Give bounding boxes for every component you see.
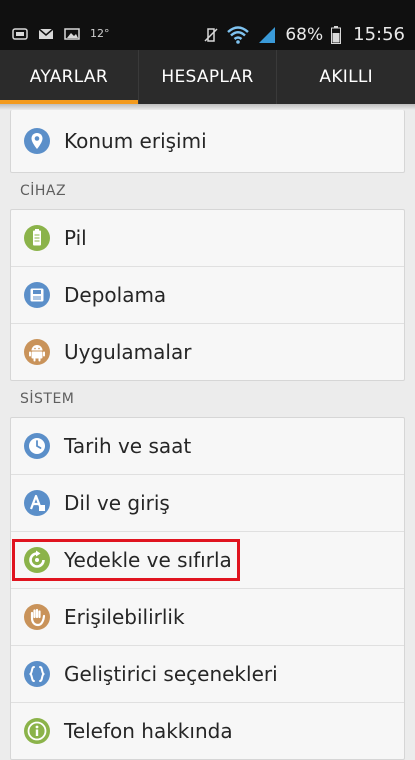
- settings-item-label: Uygulamalar: [64, 340, 192, 364]
- settings-item-storage[interactable]: Depolama: [11, 267, 404, 324]
- info-icon: [24, 718, 50, 744]
- section-header-system: SİSTEM: [20, 391, 75, 407]
- settings-item-label: Konum erişimi: [64, 129, 207, 153]
- status-bar: 12° 68% 15:56: [0, 0, 415, 50]
- settings-item-accessibility[interactable]: Erişilebilirlik: [11, 589, 404, 646]
- status-bar-left: 12°: [12, 27, 110, 40]
- card-system: Tarih ve saat Dil ve giriş Yedekle ve sı…: [10, 417, 405, 760]
- temperature-text: 12°: [90, 27, 110, 40]
- settings-item-label: Pil: [64, 226, 87, 250]
- highlight-box: [12, 539, 240, 581]
- settings-item-battery[interactable]: Pil: [11, 210, 404, 267]
- settings-item-label: Depolama: [64, 283, 167, 307]
- section-header-device: CİHAZ: [20, 183, 67, 199]
- battery-status-icon: [331, 25, 342, 44]
- tab-ayarlar[interactable]: AYARLAR: [0, 50, 139, 104]
- status-bar-right: 68% 15:56: [203, 24, 405, 45]
- tab-hesaplar[interactable]: HESAPLAR: [139, 50, 278, 104]
- language-icon: [24, 490, 50, 516]
- accessibility-hand-icon: [24, 604, 50, 630]
- notification-icon: [12, 27, 28, 40]
- settings-item-language-input[interactable]: Dil ve giriş: [11, 475, 404, 532]
- tab-bar: AYARLAR HESAPLAR AKILLI: [0, 50, 415, 104]
- clock-icon: [24, 433, 50, 459]
- settings-item-apps[interactable]: Uygulamalar: [11, 324, 404, 380]
- image-icon: [64, 27, 80, 40]
- tab-akilli[interactable]: AKILLI: [277, 50, 415, 104]
- mail-icon: [38, 27, 54, 39]
- developer-braces-icon: [24, 661, 50, 687]
- clock-time: 15:56: [353, 24, 405, 45]
- card-device: Pil Depolama Uygulamalar: [10, 209, 405, 381]
- settings-item-label: Erişilebilirlik: [64, 605, 185, 629]
- settings-item-backup-reset[interactable]: Yedekle ve sıfırla: [11, 532, 404, 589]
- settings-item-date-time[interactable]: Tarih ve saat: [11, 418, 404, 475]
- settings-item-label: Telefon hakkında: [64, 719, 233, 743]
- settings-item-label: Geliştirici seçenekleri: [64, 662, 278, 686]
- settings-item-about-phone[interactable]: Telefon hakkında: [11, 703, 404, 759]
- signal-icon: [259, 26, 276, 43]
- battery-percent: 68%: [285, 24, 324, 45]
- settings-item-label: Tarih ve saat: [64, 434, 192, 458]
- android-icon: [24, 339, 50, 365]
- settings-list: Konum erişimi CİHAZ Pil Depolama Uygulam…: [0, 110, 415, 760]
- settings-item-label: Dil ve giriş: [64, 491, 170, 515]
- settings-item-location-access[interactable]: Konum erişimi: [11, 110, 404, 172]
- card-location: Konum erişimi: [10, 110, 405, 173]
- wifi-icon: [227, 25, 250, 44]
- settings-item-developer-options[interactable]: Geliştirici seçenekleri: [11, 646, 404, 703]
- battery-icon: [24, 225, 50, 251]
- location-icon: [24, 128, 50, 154]
- vibrate-off-icon: [204, 27, 218, 42]
- storage-icon: [24, 282, 50, 308]
